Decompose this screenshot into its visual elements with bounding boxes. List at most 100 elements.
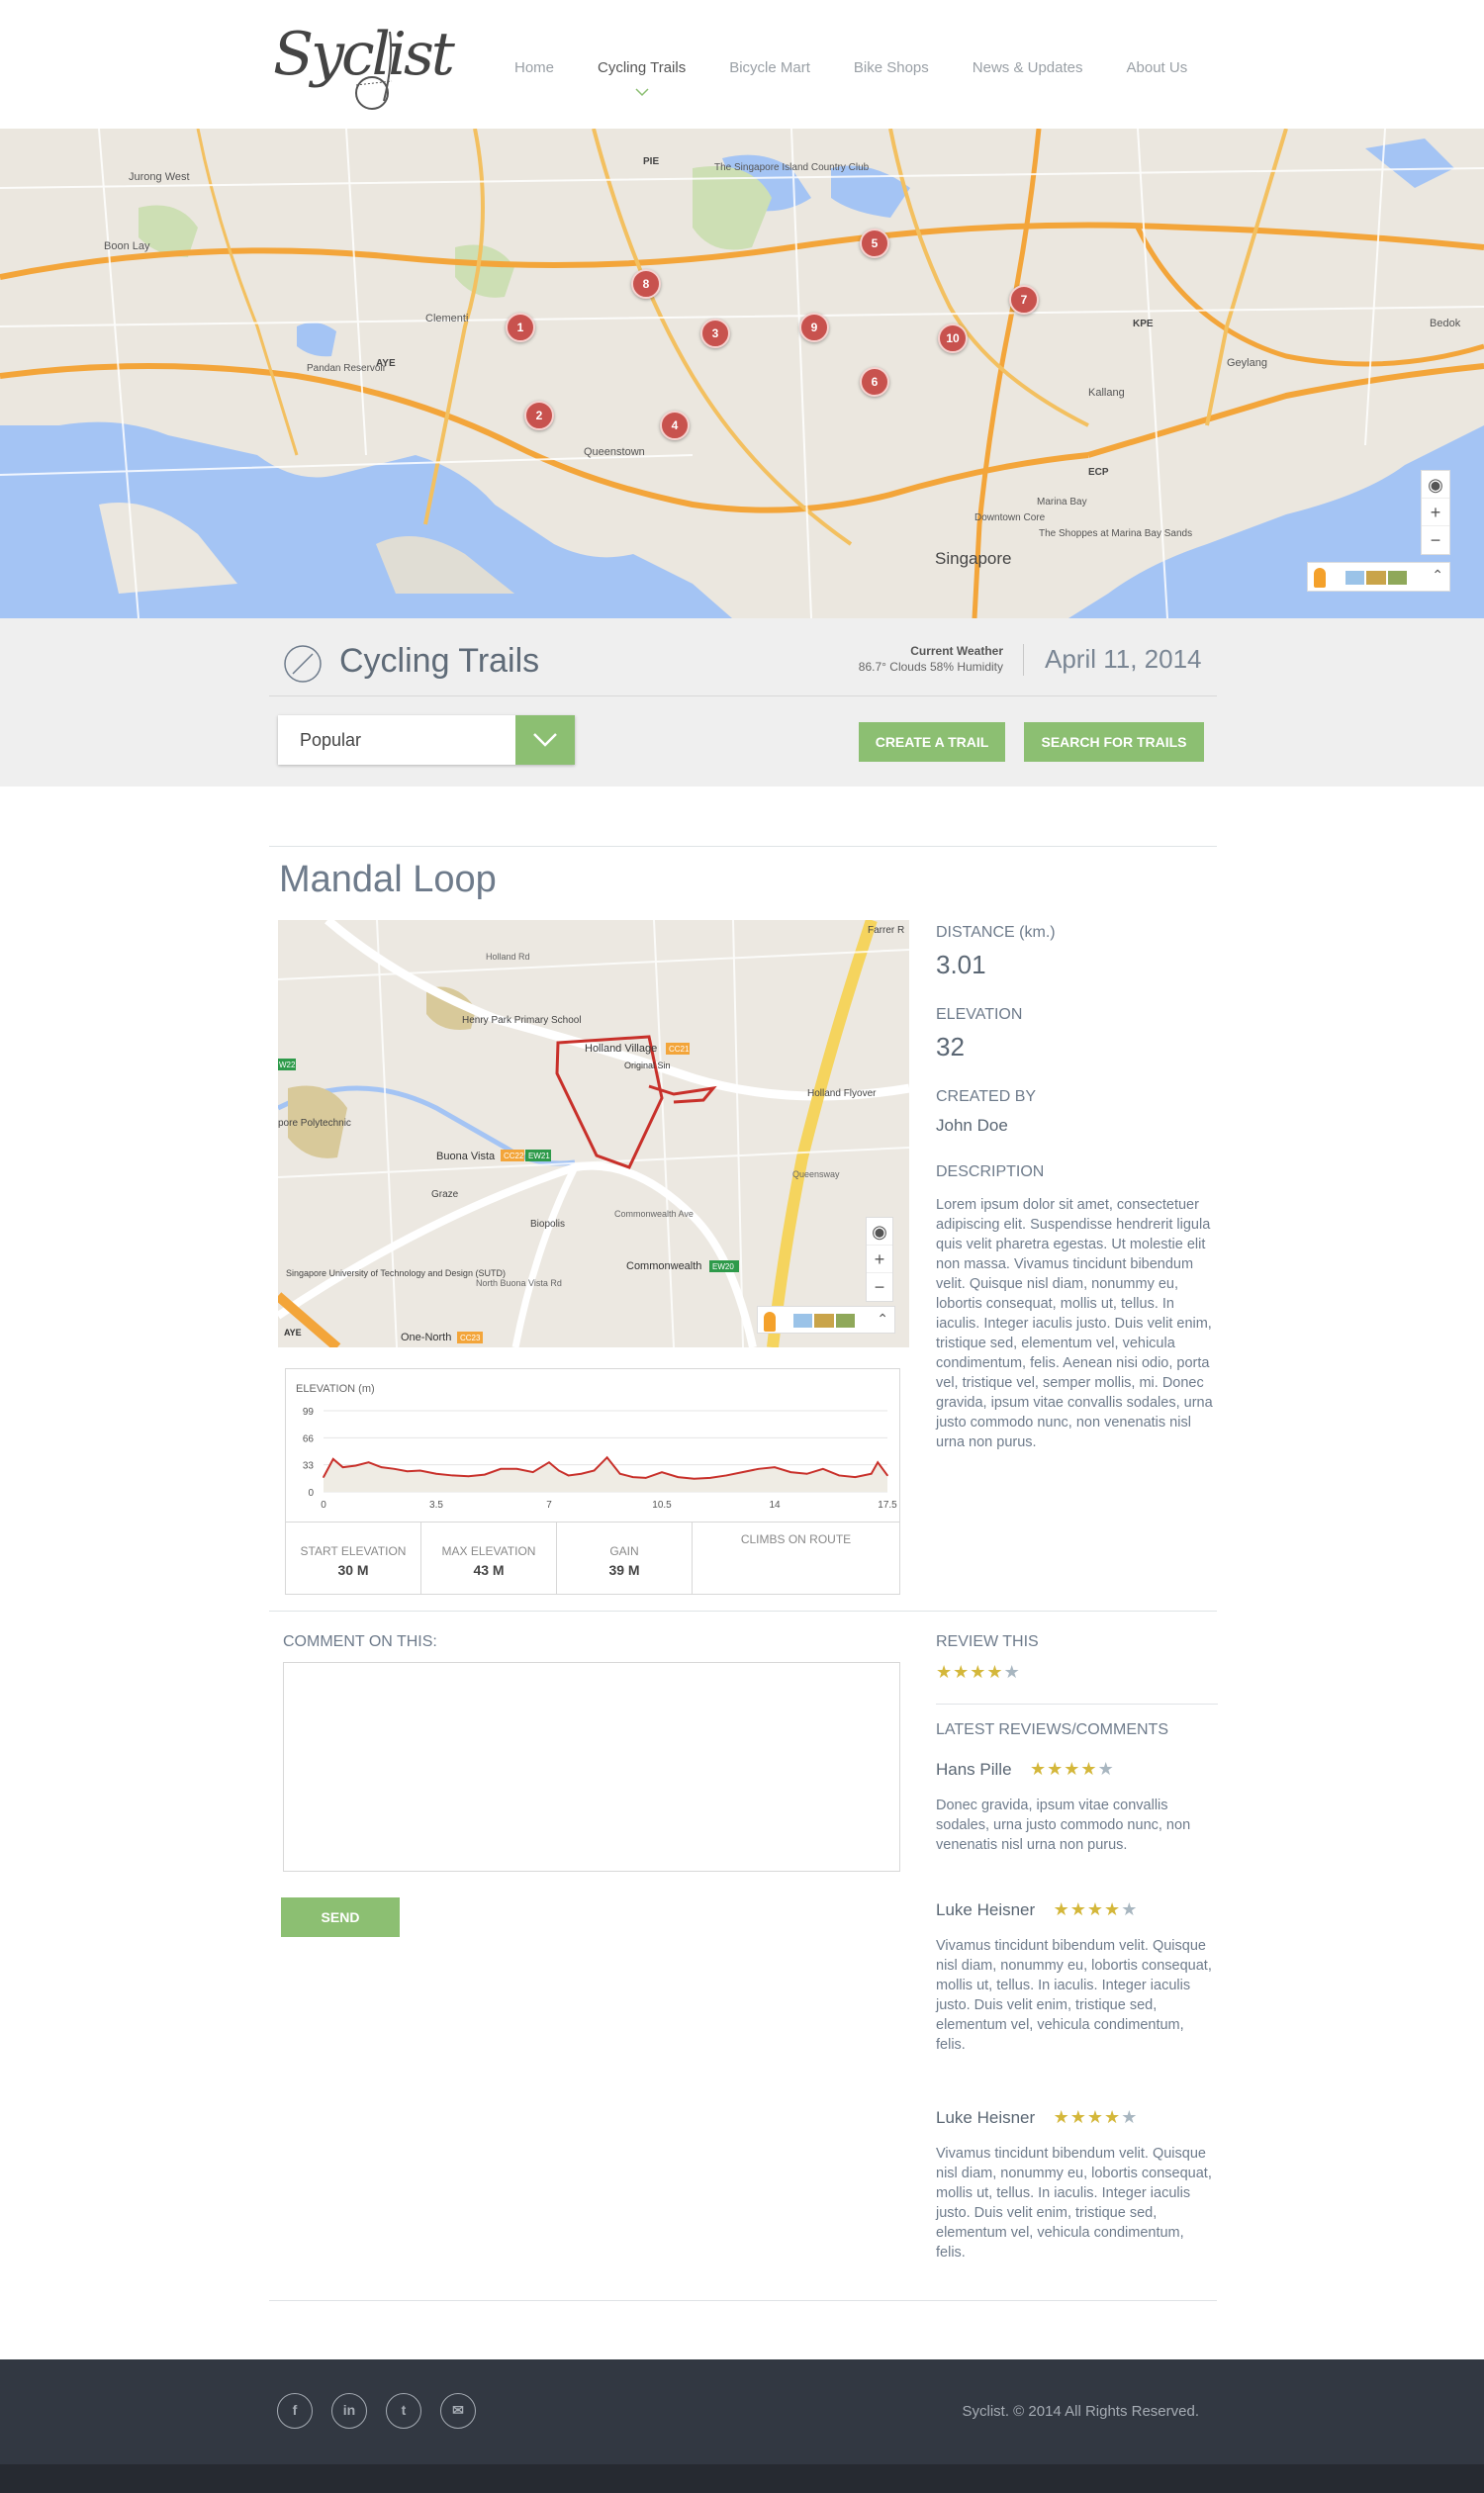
review-rating-input[interactable]: ★ ★ ★ ★ ★: [936, 1663, 1020, 1681]
review-item: Luke Heisner ★ ★ ★ ★ ★ Vivamus tincidunt bib…: [936, 1900, 1213, 2055]
search-trails-button[interactable]: SEARCH FOR TRAILS: [1024, 722, 1204, 762]
star-icon[interactable]: ★: [970, 1663, 985, 1681]
twitter-icon[interactable]: t: [386, 2393, 421, 2429]
copyright-text: Syclist. © 2014 All Rights Reserved.: [962, 2403, 1200, 2420]
trail-marker-1[interactable]: 1: [506, 313, 535, 342]
label-queensway: Queensway: [792, 1169, 840, 1179]
elevation-point: [531, 1471, 534, 1473]
star-icon: ★: [1064, 1759, 1080, 1779]
elevation-point: [870, 1472, 873, 1475]
route-thumb-terrain[interactable]: [835, 1314, 855, 1328]
nav-about-us[interactable]: About Us: [1127, 59, 1188, 76]
trails-map[interactable]: Jurong West Boon Lay Pandan Reservoir Cl…: [0, 129, 1484, 618]
star-icon[interactable]: ★: [1004, 1663, 1020, 1681]
trail-marker-7[interactable]: 7: [1009, 285, 1039, 315]
label-jurong-west: Jurong West: [129, 171, 190, 183]
nav-bicycle-mart[interactable]: Bicycle Mart: [729, 59, 810, 76]
label-holland-flyover: Holland Flyover: [807, 1088, 877, 1099]
compass-icon: [284, 645, 322, 683]
reviewer-rating: ★ ★ ★ ★ ★: [1054, 2108, 1138, 2126]
comment-textarea[interactable]: [283, 1662, 900, 1872]
climbs-label: CLIMBS ON ROUTE: [740, 1532, 852, 1546]
map-thumb-terrain[interactable]: [1387, 571, 1407, 585]
label-singapore: Singapore: [935, 549, 1012, 568]
star-icon: ★: [1104, 1899, 1121, 1919]
route-expand-icon[interactable]: ⌃: [877, 1311, 888, 1328]
star-icon: ★: [1080, 1759, 1097, 1779]
label-boon-lay: Boon Lay: [104, 240, 150, 252]
star-icon: ★: [1086, 1899, 1104, 1919]
route-map-type-bar: ⌃: [757, 1306, 895, 1334]
nav-home[interactable]: Home: [514, 59, 554, 76]
elevation-point: [484, 1473, 486, 1476]
trail-marker-3[interactable]: 3: [700, 319, 730, 348]
map-thumb-map[interactable]: [1345, 571, 1365, 585]
elevation-point: [741, 1471, 744, 1473]
review-text: Vivamus tincidunt bibendum velit. Quisqu…: [936, 1938, 1212, 2053]
trail-marker-5[interactable]: 5: [860, 229, 889, 258]
label-ew22: W22: [279, 1061, 296, 1069]
label-commonwealth: Commonwealth: [626, 1260, 701, 1272]
elevation-x-tick: 7: [546, 1500, 552, 1511]
star-icon[interactable]: ★: [936, 1663, 952, 1681]
sort-select[interactable]: Popular: [278, 715, 575, 765]
nav-news-updates[interactable]: News & Updates: [973, 59, 1083, 76]
email-icon[interactable]: ✉: [440, 2393, 476, 2429]
label-graze: Graze: [431, 1189, 459, 1200]
elevation-point: [548, 1461, 550, 1463]
site-header: Syclist Home Cycling Trails Bicycle Mart…: [0, 0, 1484, 129]
comment-label: COMMENT ON THIS:: [283, 1633, 437, 1650]
label-biopolis: Biopolis: [530, 1219, 565, 1230]
label-ew20: EW20: [712, 1262, 734, 1271]
trail-marker-9[interactable]: 9: [799, 313, 829, 342]
trail-marker-6[interactable]: 6: [860, 367, 889, 397]
route-thumb-map[interactable]: [793, 1314, 813, 1328]
nav-cycling-trails[interactable]: Cycling Trails: [598, 59, 686, 97]
nav-bike-shops[interactable]: Bike Shops: [854, 59, 929, 76]
elevation-point: [557, 1469, 560, 1472]
linkedin-icon[interactable]: in: [331, 2393, 367, 2429]
trail-marker-10[interactable]: 10: [938, 323, 968, 353]
star-icon[interactable]: ★: [953, 1663, 969, 1681]
route-thumb-satellite[interactable]: [814, 1314, 834, 1328]
route-zoom-in-button[interactable]: +: [867, 1246, 892, 1273]
elevation-point: [822, 1468, 824, 1470]
zoom-in-button[interactable]: +: [1422, 499, 1449, 526]
elevation-y-tick: 66: [303, 1433, 315, 1444]
route-zoom-out-button[interactable]: −: [867, 1273, 892, 1301]
facebook-icon[interactable]: f: [277, 2393, 313, 2429]
label-country-club: The Singapore Island Country Club: [714, 162, 870, 173]
map-type-bar: ⌃: [1307, 562, 1450, 592]
label-cc23: CC23: [460, 1334, 481, 1342]
elevation-point: [323, 1476, 325, 1478]
star-icon[interactable]: ★: [986, 1663, 1002, 1681]
gain-label: GAIN: [609, 1544, 639, 1558]
review-divider: [936, 1704, 1218, 1705]
route-pegman-icon[interactable]: [764, 1312, 776, 1332]
route-locate-icon[interactable]: ◉: [867, 1218, 892, 1246]
site-footer: f in t ✉ Syclist. © 2014 All Rights Rese…: [0, 2359, 1484, 2464]
zoom-out-button[interactable]: −: [1422, 526, 1449, 554]
reviewer-rating: ★ ★ ★ ★ ★: [1030, 1760, 1114, 1778]
elevation-point: [515, 1468, 518, 1470]
create-trail-button[interactable]: CREATE A TRAIL: [859, 722, 1005, 762]
expand-icon[interactable]: ⌃: [1432, 567, 1443, 584]
trail-marker-8[interactable]: 8: [631, 269, 661, 299]
trail-marker-4[interactable]: 4: [660, 411, 690, 440]
elevation-x-tick: 0: [321, 1500, 326, 1511]
send-button[interactable]: SEND: [281, 1897, 400, 1937]
elevation-point: [693, 1477, 696, 1480]
locate-icon[interactable]: ◉: [1422, 471, 1449, 499]
route-map[interactable]: Henry Park Primary School Holland Villag…: [278, 920, 909, 1347]
route-map-thumbnails[interactable]: [793, 1314, 855, 1328]
map-thumb-satellite[interactable]: [1366, 571, 1386, 585]
map-type-thumbnails[interactable]: [1345, 571, 1407, 585]
footer-bottom-bar: [0, 2464, 1484, 2493]
sort-select-toggle[interactable]: [515, 715, 575, 765]
site-logo[interactable]: Syclist: [273, 12, 455, 116]
street-view-pegman-icon[interactable]: [1314, 568, 1326, 588]
elevation-point: [774, 1466, 776, 1468]
elevation-x-tick: 10.5: [652, 1500, 672, 1511]
trail-marker-2[interactable]: 2: [524, 401, 554, 430]
label-geylang: Geylang: [1227, 357, 1267, 369]
